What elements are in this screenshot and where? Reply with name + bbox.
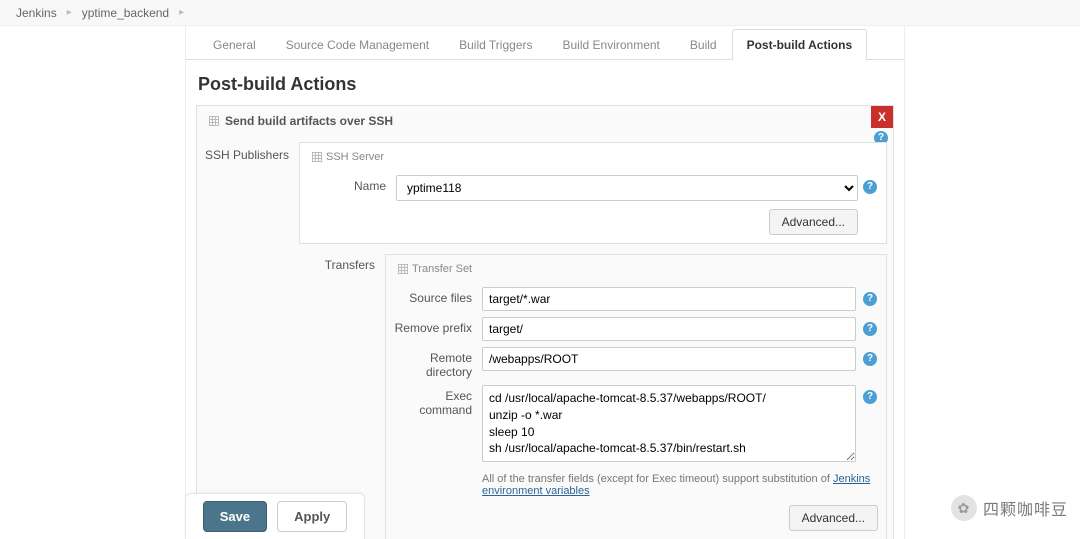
transfer-hint: All of the transfer fields (except for E… xyxy=(482,473,878,497)
config-panel: General Source Code Management Build Tri… xyxy=(185,26,905,539)
drag-handle-icon[interactable] xyxy=(312,152,322,162)
ssh-publish-block: X Send build artifacts over SSH SSH Publ… xyxy=(196,105,894,539)
breadcrumb-item-project[interactable]: yptime_backend xyxy=(82,6,169,20)
ssh-publishers-label: SSH Publishers xyxy=(203,142,299,162)
transfer-set-legend: Transfer Set xyxy=(394,263,878,281)
block-title-label: Send build artifacts over SSH xyxy=(225,114,393,128)
watermark: ✿ 四颗咖啡豆 xyxy=(951,495,1068,521)
chevron-right-icon: ▸ xyxy=(179,7,184,18)
tab-general[interactable]: General xyxy=(198,29,271,60)
exec-command-label: Exec command xyxy=(394,385,482,417)
drag-handle-icon[interactable] xyxy=(398,264,408,274)
help-icon[interactable] xyxy=(862,321,878,337)
exec-command-textarea[interactable]: cd /usr/local/apache-tomcat-8.5.37/webap… xyxy=(482,385,856,462)
ssh-server-name-select[interactable]: yptime118 xyxy=(396,175,858,201)
ssh-server-advanced-button[interactable]: Advanced... xyxy=(769,209,858,235)
ssh-server-legend: SSH Server xyxy=(308,151,858,169)
help-icon[interactable] xyxy=(862,291,878,307)
tab-scm[interactable]: Source Code Management xyxy=(271,29,444,60)
breadcrumb-item-jenkins[interactable]: Jenkins xyxy=(16,6,57,20)
watermark-text: 四颗咖啡豆 xyxy=(983,496,1068,520)
tab-build[interactable]: Build xyxy=(675,29,732,60)
config-tabs: General Source Code Management Build Tri… xyxy=(186,26,904,60)
tab-build-env[interactable]: Build Environment xyxy=(548,29,675,60)
apply-button[interactable]: Apply xyxy=(277,501,347,532)
remote-dir-input[interactable] xyxy=(482,347,856,371)
help-icon[interactable] xyxy=(862,179,878,195)
chevron-right-icon: ▸ xyxy=(67,7,72,18)
help-icon[interactable] xyxy=(862,351,878,367)
transfers-label: Transfers xyxy=(299,254,385,272)
section-title: Post-build Actions xyxy=(186,60,904,105)
transfer-advanced-button[interactable]: Advanced... xyxy=(789,505,878,531)
close-icon[interactable]: X xyxy=(871,106,893,128)
source-files-input[interactable] xyxy=(482,287,856,311)
help-icon[interactable] xyxy=(862,389,878,405)
transfers-panel: Transfer Set Source files xyxy=(385,254,887,539)
name-label: Name xyxy=(308,175,396,193)
remove-prefix-input[interactable] xyxy=(482,317,856,341)
wechat-icon: ✿ xyxy=(951,495,977,521)
remote-dir-label: Remote directory xyxy=(394,347,482,379)
remove-prefix-label: Remove prefix xyxy=(394,317,482,335)
breadcrumb: Jenkins ▸ yptime_backend ▸ xyxy=(0,0,1080,26)
source-files-label: Source files xyxy=(394,287,482,305)
save-apply-bar: Save Apply xyxy=(185,493,365,539)
tab-build-triggers[interactable]: Build Triggers xyxy=(444,29,547,60)
tab-post-build[interactable]: Post-build Actions xyxy=(732,29,868,60)
save-button[interactable]: Save xyxy=(203,501,267,532)
ssh-server-panel: SSH Server Name yptime118 xyxy=(299,142,887,244)
block-title[interactable]: Send build artifacts over SSH xyxy=(197,106,893,136)
drag-handle-icon[interactable] xyxy=(209,116,219,126)
